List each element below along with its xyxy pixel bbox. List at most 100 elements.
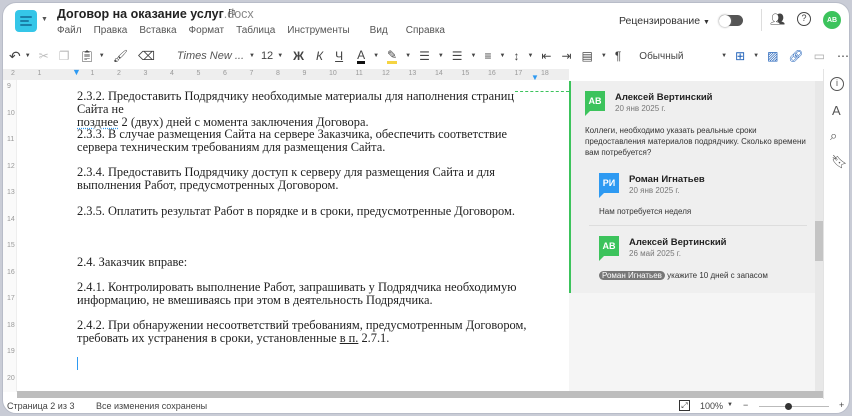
comment-date: 26 май 2025 г. (629, 249, 681, 258)
font-family-select[interactable]: Times New ... (177, 50, 249, 62)
undo-icon[interactable]: ↶ (9, 48, 21, 65)
chevron-down-icon[interactable]: ▼ (500, 53, 506, 59)
users-icon[interactable]: 👥︎ (770, 12, 785, 26)
flag-icon[interactable]: ⚐ (227, 7, 237, 20)
menu-table[interactable]: Таблица (236, 25, 275, 36)
link-icon[interactable]: 🔗︎ (788, 49, 803, 63)
document-title[interactable]: Договор на оказание услуг.docx (57, 7, 254, 21)
line-number: 15 (7, 242, 15, 249)
ruler-tick: 16 (488, 70, 496, 77)
underline-button[interactable]: Ч (335, 49, 343, 63)
spellcheck-icon[interactable]: A (832, 103, 849, 118)
save-status: Все изменения сохранены (96, 401, 208, 411)
menu-tools[interactable]: Инструменты (287, 25, 349, 36)
cut-icon[interactable]: ✂ (39, 49, 49, 63)
menu-bar: Файл Правка Вставка Формат Таблица Инстр… (57, 25, 457, 36)
comment-date: 20 янв 2025 г. (615, 104, 666, 113)
eraser-icon[interactable]: ⌫ (138, 49, 155, 63)
paste-icon[interactable]: 📋︎ (80, 49, 95, 63)
bold-button[interactable]: Ж (293, 49, 304, 63)
pilcrow-button[interactable]: ¶ (615, 49, 621, 63)
format-painter-icon[interactable]: 🖌︎ (113, 49, 128, 63)
comment-thread[interactable]: АВ Алексей Вертинский 20 янв 2025 г. Кол… (569, 81, 815, 293)
ruler-tick: 13 (408, 70, 417, 77)
ruler-tick: 2 (117, 70, 121, 77)
paragraph: 2.7.1. (358, 331, 390, 346)
outdent-icon[interactable]: ⇤ (541, 49, 551, 63)
fit-page-icon[interactable]: ⤢ (679, 400, 690, 411)
review-toggle[interactable] (719, 14, 743, 27)
copy-icon[interactable]: ❐ (59, 49, 70, 63)
chevron-down-icon[interactable]: ▼ (41, 16, 48, 23)
indent-marker[interactable]: ▼ (72, 67, 81, 77)
menu-insert[interactable]: Вставка (139, 25, 176, 36)
info-icon[interactable]: i (830, 77, 844, 91)
chevron-down-icon[interactable]: ▼ (721, 53, 727, 59)
review-mode-dropdown[interactable]: Рецензирование ▼ (619, 15, 710, 27)
highlight-icon[interactable]: ✎ (387, 49, 398, 64)
menu-view[interactable]: Вид (370, 25, 388, 36)
chevron-down-icon[interactable]: ▼ (99, 53, 105, 59)
zoom-level[interactable]: 100% (700, 401, 723, 411)
chevron-down-icon[interactable]: ▼ (727, 402, 733, 408)
zoom-in-button[interactable]: + (839, 400, 844, 410)
line-spacing-icon[interactable]: ↕ (513, 49, 519, 63)
line-number: 12 (7, 162, 15, 170)
text-cursor (77, 357, 78, 370)
bullet-list-icon[interactable]: ☰ (419, 49, 430, 63)
ruler-tick: 7 (249, 70, 254, 77)
chevron-down-icon[interactable]: ▼ (25, 53, 31, 59)
paragraph: 2.4. Заказчик вправе: (77, 255, 188, 269)
font-size-select[interactable]: 12 (261, 50, 273, 62)
numbered-list-icon[interactable]: ☰ (452, 49, 463, 63)
line-number: 16 (7, 268, 15, 276)
chevron-down-icon[interactable]: ▼ (527, 53, 533, 59)
indent-icon[interactable]: ⇥ (561, 49, 571, 63)
line-number: 11 (7, 136, 15, 143)
chevron-down-icon[interactable]: ▼ (249, 53, 255, 59)
comments-scrollbar[interactable] (815, 81, 823, 391)
comment-icon[interactable]: ▭ (814, 49, 825, 63)
horizontal-ruler[interactable]: 2 1 1 2 3 4 5 6 7 8 9 10 11 12 13 14 15 16 17 18 (3, 69, 569, 80)
app-logo[interactable] (15, 10, 37, 32)
zoom-slider[interactable] (759, 403, 829, 410)
app-window: ▼ Договор на оказание услуг.docx ⚐ Файл … (2, 2, 850, 414)
comment-text: Коллеги, необходимо указать реальные сро… (585, 126, 806, 157)
chevron-down-icon[interactable]: ▼ (753, 53, 759, 59)
margins-icon[interactable]: ▤ (582, 49, 593, 63)
more-icon[interactable]: ⋯ (837, 49, 849, 63)
mention-chip[interactable]: Роман Игнатьев (599, 271, 665, 280)
ruler-tick: 15 (461, 70, 470, 77)
zoom-slider-handle[interactable] (784, 403, 792, 410)
user-avatar[interactable]: АВ (823, 11, 841, 29)
chevron-down-icon[interactable]: ▼ (601, 53, 607, 59)
ruler-tick: 9 (302, 70, 307, 77)
horizontal-scrollbar[interactable] (17, 391, 823, 398)
italic-button[interactable]: К (316, 49, 323, 63)
menu-format[interactable]: Формат (189, 25, 225, 36)
zoom-out-button[interactable]: − (743, 400, 748, 410)
table-icon[interactable]: ⊞ (735, 49, 745, 63)
chevron-down-icon[interactable]: ▼ (373, 53, 379, 59)
search-icon[interactable]: ⌕ (830, 128, 849, 144)
menu-file[interactable]: Файл (57, 25, 82, 36)
align-icon[interactable]: ≡ (485, 49, 492, 63)
chevron-down-icon[interactable]: ▼ (471, 53, 477, 59)
ruler-tick: 4 (170, 70, 174, 77)
menu-help[interactable]: Справка (406, 25, 445, 36)
link-reference[interactable]: в п. (340, 331, 359, 345)
style-select[interactable]: Обычный (639, 51, 721, 62)
bookmark-icon[interactable]: 🔖︎ (831, 154, 849, 170)
help-icon[interactable]: ? (797, 12, 811, 26)
ruler-tick: 14 (435, 70, 443, 77)
line-number: 9 (7, 83, 11, 90)
chevron-down-icon[interactable]: ▼ (277, 53, 283, 59)
image-icon[interactable]: ▨ (767, 49, 778, 63)
chevron-down-icon[interactable]: ▼ (438, 53, 444, 59)
paragraph: 2.3.2. Предоставить Подрядчику необходим… (77, 89, 515, 117)
chevron-down-icon[interactable]: ▼ (405, 53, 411, 59)
menu-edit[interactable]: Правка (94, 25, 128, 36)
ruler-tick: 1 (90, 70, 95, 77)
page-indicator: Страница 2 из 3 (7, 401, 75, 411)
text-color-button[interactable]: A (357, 49, 366, 64)
